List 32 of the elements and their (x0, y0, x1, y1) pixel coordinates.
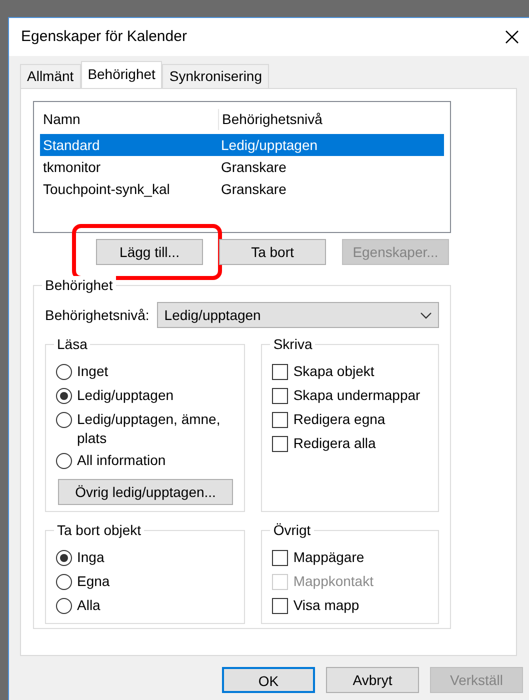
permission-level-dropdown[interactable]: Ledig/upptagen (157, 302, 439, 328)
option-label[interactable]: Redigera egna (293, 410, 386, 429)
tab[interactable]: Synkronisering (162, 64, 270, 88)
button[interactable]: Lägg till... (96, 239, 203, 265)
option-label[interactable]: Mappägare (293, 548, 364, 567)
option-label[interactable]: Inget (77, 362, 108, 381)
button[interactable]: Övrig ledig/upptagen... (58, 479, 233, 505)
option-label[interactable]: All information (77, 451, 166, 470)
button[interactable]: OK (222, 667, 315, 693)
option-label[interactable]: Ledig/upptagen, ämne, plats (77, 410, 234, 448)
button[interactable]: Ta bort (219, 239, 326, 265)
option-label[interactable]: Ledig/upptagen (77, 386, 174, 405)
list-row[interactable]: tkmonitor Granskare (40, 156, 444, 178)
option-label[interactable]: Redigera alla (293, 434, 376, 453)
option-label[interactable]: Skapa objekt (293, 362, 374, 381)
option-label[interactable]: Egna (77, 572, 110, 591)
tab[interactable]: Allmänt (20, 64, 81, 88)
window-title: Egenskaper för Kalender (21, 26, 187, 47)
group-title: Övrigt (270, 521, 314, 539)
list-row[interactable]: Touchpoint-synk_kal Granskare (40, 178, 444, 200)
column-header[interactable]: Behörighetsnivå (218, 108, 444, 130)
option-label[interactable]: Visa mapp (293, 596, 360, 615)
field-label: Behörighetsnivå: (45, 306, 150, 325)
group-title: Behörighet (42, 276, 116, 294)
option-label[interactable]: Inga (77, 548, 104, 567)
tab[interactable]: Behörighet (80, 61, 162, 88)
column-header[interactable]: Namn (40, 108, 218, 130)
list-row[interactable]: Standard Ledig/upptagen (40, 134, 444, 156)
permissions-list[interactable]: Namn Behörighetsnivå Standard Ledig/upptagen tkmonitor Granskare Touchpoint-synk_kal Granskare (33, 101, 451, 233)
option-label[interactable]: Alla (77, 596, 100, 615)
option-label[interactable]: Skapa undermappar (293, 386, 420, 405)
button[interactable]: Avbryt (326, 667, 419, 693)
